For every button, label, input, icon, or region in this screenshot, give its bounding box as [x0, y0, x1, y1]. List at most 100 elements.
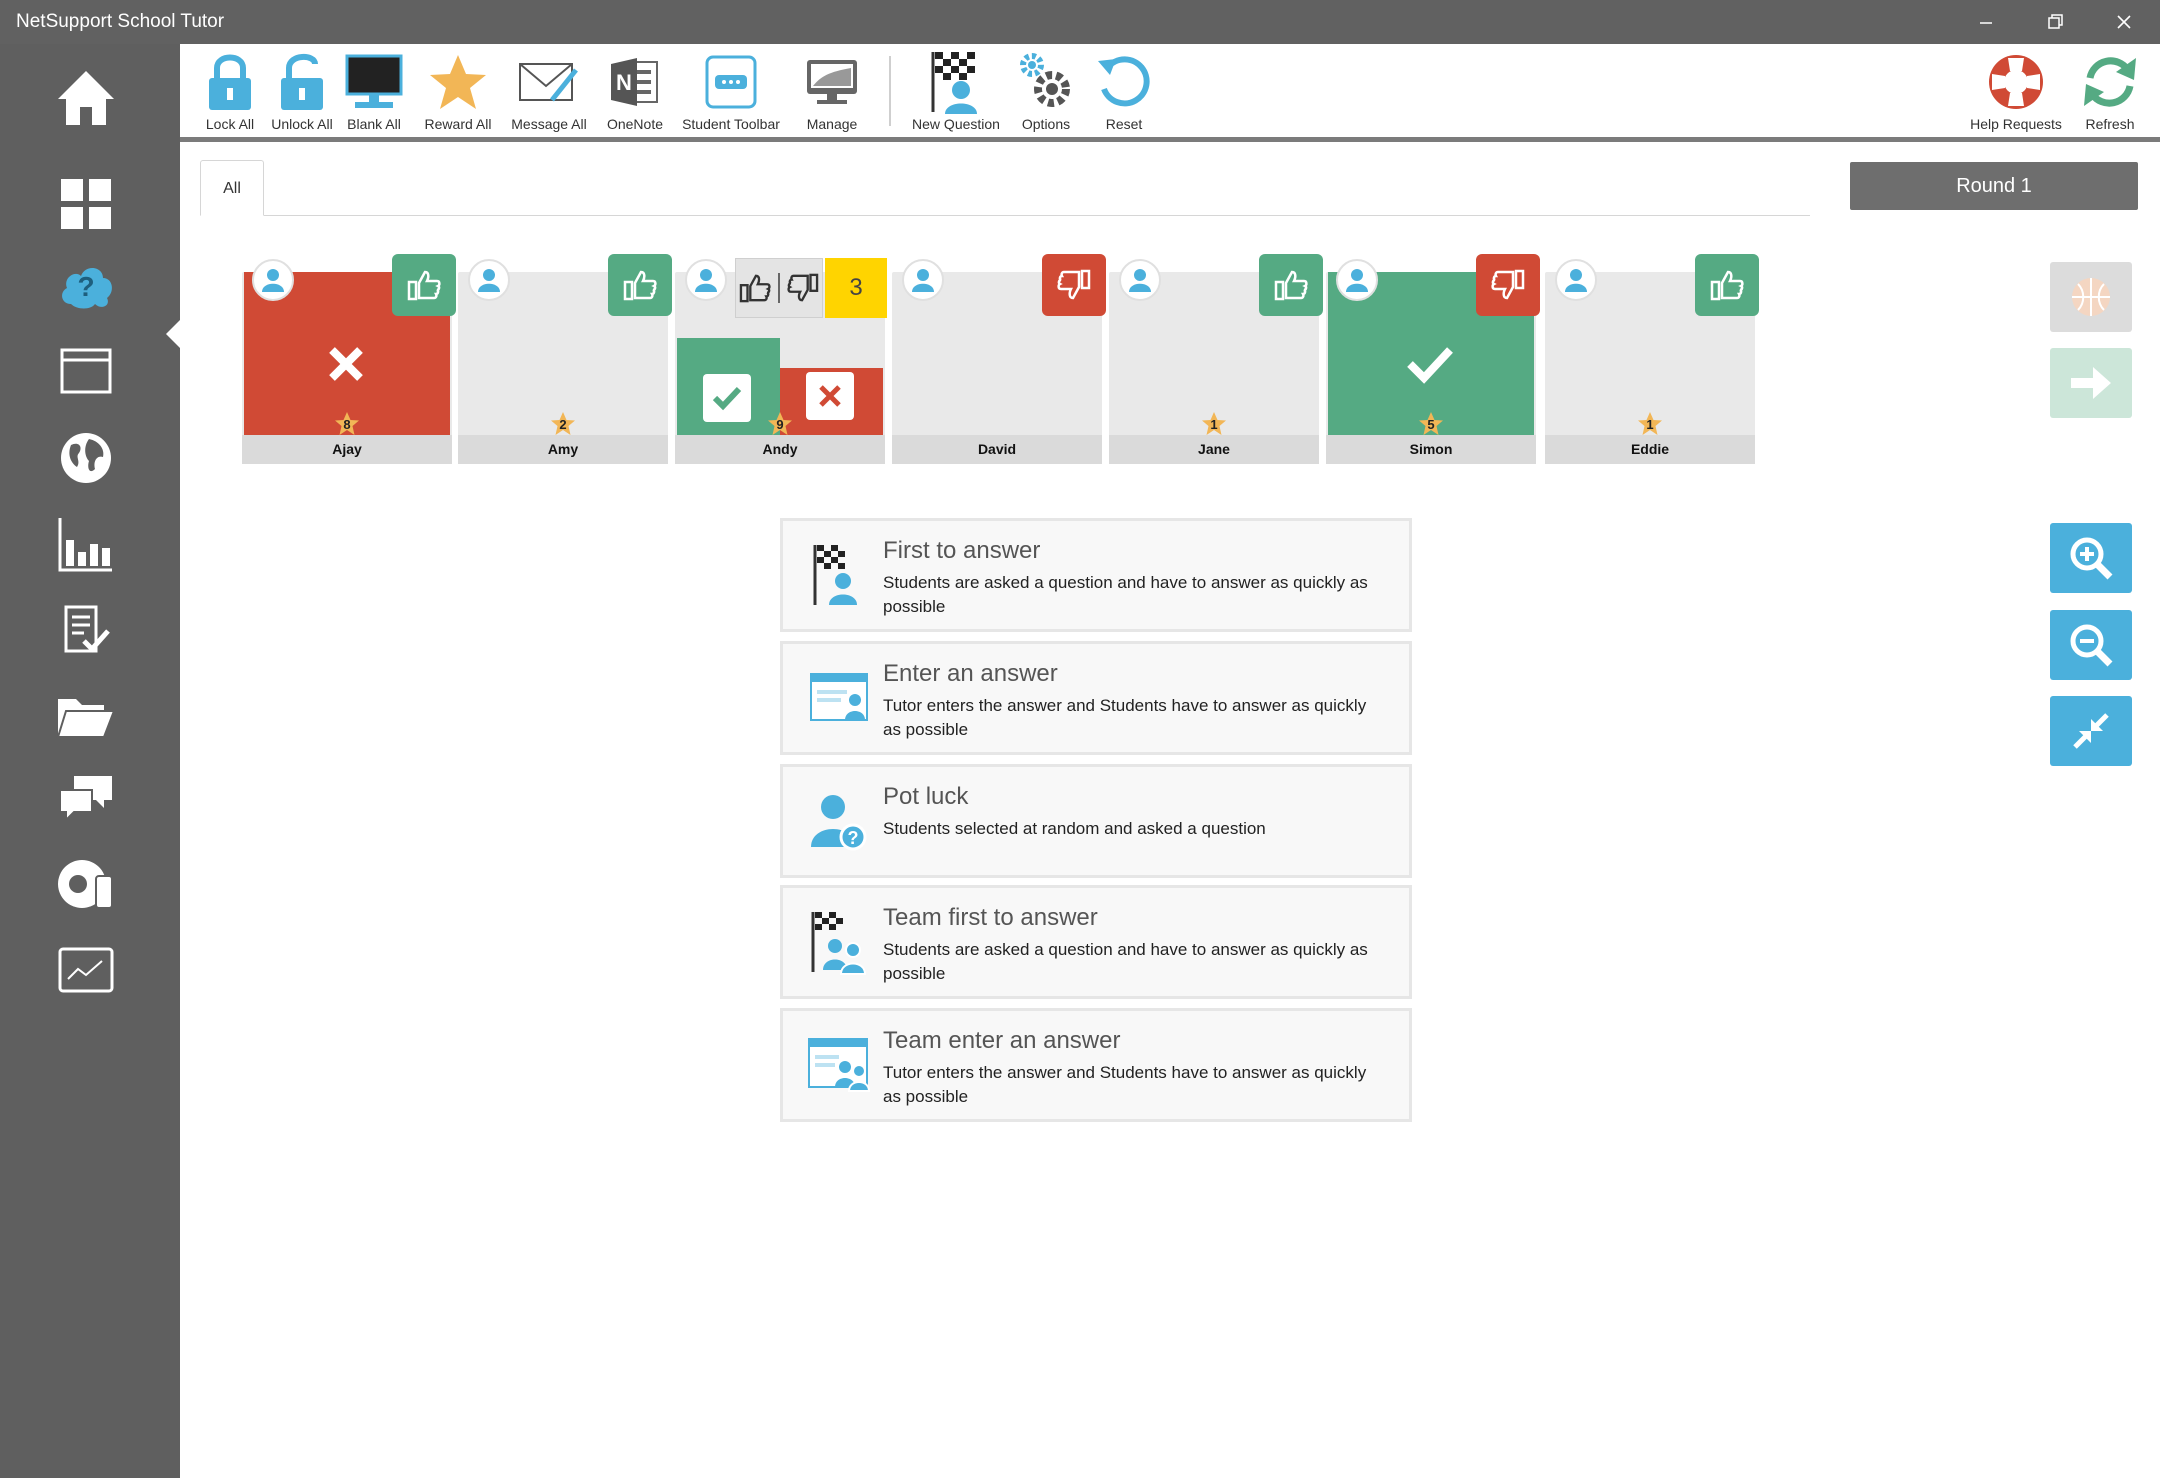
sidebar-chat[interactable] — [50, 766, 122, 830]
restore-button[interactable] — [2036, 8, 2076, 36]
arrow-right-icon — [2071, 367, 2111, 399]
reset-button[interactable]: Reset — [1084, 50, 1164, 136]
student-card-simon[interactable]: 5 Simon — [1326, 254, 1540, 464]
answer-window-icon — [810, 673, 868, 721]
user-icon — [1565, 269, 1587, 292]
toolbar-separator — [889, 56, 891, 126]
reward-star: 2 — [549, 412, 577, 436]
user-icon — [912, 269, 934, 292]
close-button[interactable] — [2104, 8, 2144, 36]
mode-team-first-to-answer[interactable]: Team first to answer Students are asked … — [780, 885, 1412, 999]
thumbs-up-icon — [1710, 270, 1744, 301]
student-card-eddie[interactable]: 1 Eddie — [1545, 254, 1759, 464]
thumbs-down-button[interactable] — [1042, 254, 1106, 316]
fit-button[interactable] — [2050, 696, 2132, 766]
mode-pot-luck[interactable]: ? Pot luck Students selected at random a… — [780, 764, 1412, 878]
reward-count: 1 — [1646, 417, 1654, 432]
student-card-jane[interactable]: 1 Jane — [1109, 254, 1323, 464]
thumbs-down-button[interactable] — [1476, 254, 1540, 316]
svg-text:N: N — [616, 70, 632, 95]
zoom-out-button[interactable] — [2050, 610, 2132, 680]
student-card-andy[interactable]: 9 Andy 3 — [675, 258, 887, 464]
title-bar: NetSupport School Tutor — [0, 0, 2160, 44]
student-card-ajay[interactable]: 8 Ajay — [242, 254, 456, 464]
options-button[interactable]: Options — [1004, 50, 1088, 136]
student-name: Ajay — [242, 435, 452, 464]
zoom-in-button[interactable] — [2050, 523, 2132, 593]
reward-all-button[interactable]: Reward All — [416, 50, 500, 136]
mode-first-to-answer[interactable]: First to answer Students are asked a que… — [780, 518, 1412, 632]
student-card-amy[interactable]: 2 Amy — [458, 254, 672, 464]
sidebar-internet[interactable] — [50, 426, 122, 490]
thumbs-down-icon — [787, 273, 818, 302]
user-icon — [1129, 269, 1151, 292]
svg-text:?: ? — [77, 271, 94, 302]
user-icon — [262, 269, 284, 292]
tab-all[interactable]: All — [200, 160, 264, 216]
mode-description: Tutor enters the answer and Students hav… — [883, 696, 1367, 739]
home-icon — [58, 71, 114, 125]
screen-graph-icon — [58, 947, 114, 993]
sidebar-home[interactable] — [50, 66, 122, 130]
cross-icon — [819, 385, 841, 407]
new-question-button[interactable]: New Question — [898, 50, 1014, 136]
student-toolbar-button[interactable]: Student Toolbar — [676, 50, 786, 136]
blank-all-button[interactable]: Blank All — [334, 50, 414, 136]
thumbs-up-button[interactable] — [1259, 254, 1323, 316]
sidebar-files[interactable] — [50, 684, 122, 748]
star-icon — [430, 55, 486, 109]
sidebar-reports[interactable] — [50, 512, 122, 576]
mode-team-enter-an-answer[interactable]: Team enter an answer Tutor enters the an… — [780, 1008, 1412, 1122]
thumbs-up-button[interactable] — [1695, 254, 1759, 316]
reward-star: 1 — [1200, 412, 1228, 436]
mode-title: Pot luck — [883, 783, 969, 810]
reward-star: 8 — [333, 412, 361, 436]
sidebar-tests[interactable] — [50, 599, 122, 663]
sidebar-monitor[interactable] — [50, 938, 122, 1002]
round-button[interactable]: Round 1 — [1850, 162, 2138, 210]
sidebar-question[interactable]: ? — [50, 254, 122, 318]
toolbar-icon — [705, 55, 757, 109]
mode-title: First to answer — [883, 537, 1041, 564]
mode-title: Team first to answer — [883, 904, 1098, 931]
sidebar-dashboard[interactable] — [50, 172, 122, 236]
folder-icon — [56, 699, 116, 738]
unlock-all-button[interactable]: Unlock All — [262, 50, 342, 136]
message-all-button[interactable]: Message All — [504, 50, 594, 136]
user-icon — [478, 269, 500, 292]
help-requests-button[interactable]: Help Requests — [1964, 50, 2068, 136]
sidebar-audio[interactable] — [50, 852, 122, 916]
question-cloud-icon: ? — [62, 267, 112, 309]
reset-icon — [1098, 56, 1150, 107]
envelope-icon — [519, 63, 578, 102]
reward-star: 5 — [1417, 412, 1445, 436]
thumbs-down-icon — [1057, 269, 1091, 300]
student-name: David — [892, 435, 1102, 464]
correct-portion — [677, 338, 780, 435]
mode-enter-an-answer[interactable]: Enter an answer Tutor enters the answer … — [780, 641, 1412, 755]
student-card-david[interactable]: David — [892, 254, 1106, 464]
thumbs-up-button[interactable] — [392, 254, 456, 316]
reward-count: 2 — [559, 417, 567, 432]
vote-toggle[interactable] — [735, 258, 823, 318]
onenote-button[interactable]: N OneNote — [596, 50, 674, 136]
team-flag-icon — [811, 912, 867, 975]
lock-all-button[interactable]: Lock All — [190, 50, 270, 136]
manage-button[interactable]: Manage — [792, 50, 872, 136]
ball-button[interactable] — [2050, 262, 2132, 332]
thumbs-up-button[interactable] — [608, 254, 672, 316]
mode-title: Team enter an answer — [883, 1027, 1121, 1054]
thumbs-up-icon — [740, 274, 771, 303]
close-icon — [2117, 15, 2131, 29]
user-icon — [1346, 269, 1368, 292]
window-icon — [60, 348, 112, 394]
svg-text:?: ? — [848, 828, 859, 848]
minimize-button[interactable] — [1966, 8, 2006, 36]
next-button[interactable] — [2050, 348, 2132, 418]
minimize-icon — [1980, 22, 1992, 24]
thumbs-up-icon — [407, 270, 441, 301]
wrong-badge — [806, 372, 854, 420]
refresh-button[interactable]: Refresh — [2068, 50, 2152, 136]
student-avatar — [1555, 259, 1597, 301]
sidebar-browser[interactable] — [50, 339, 122, 403]
